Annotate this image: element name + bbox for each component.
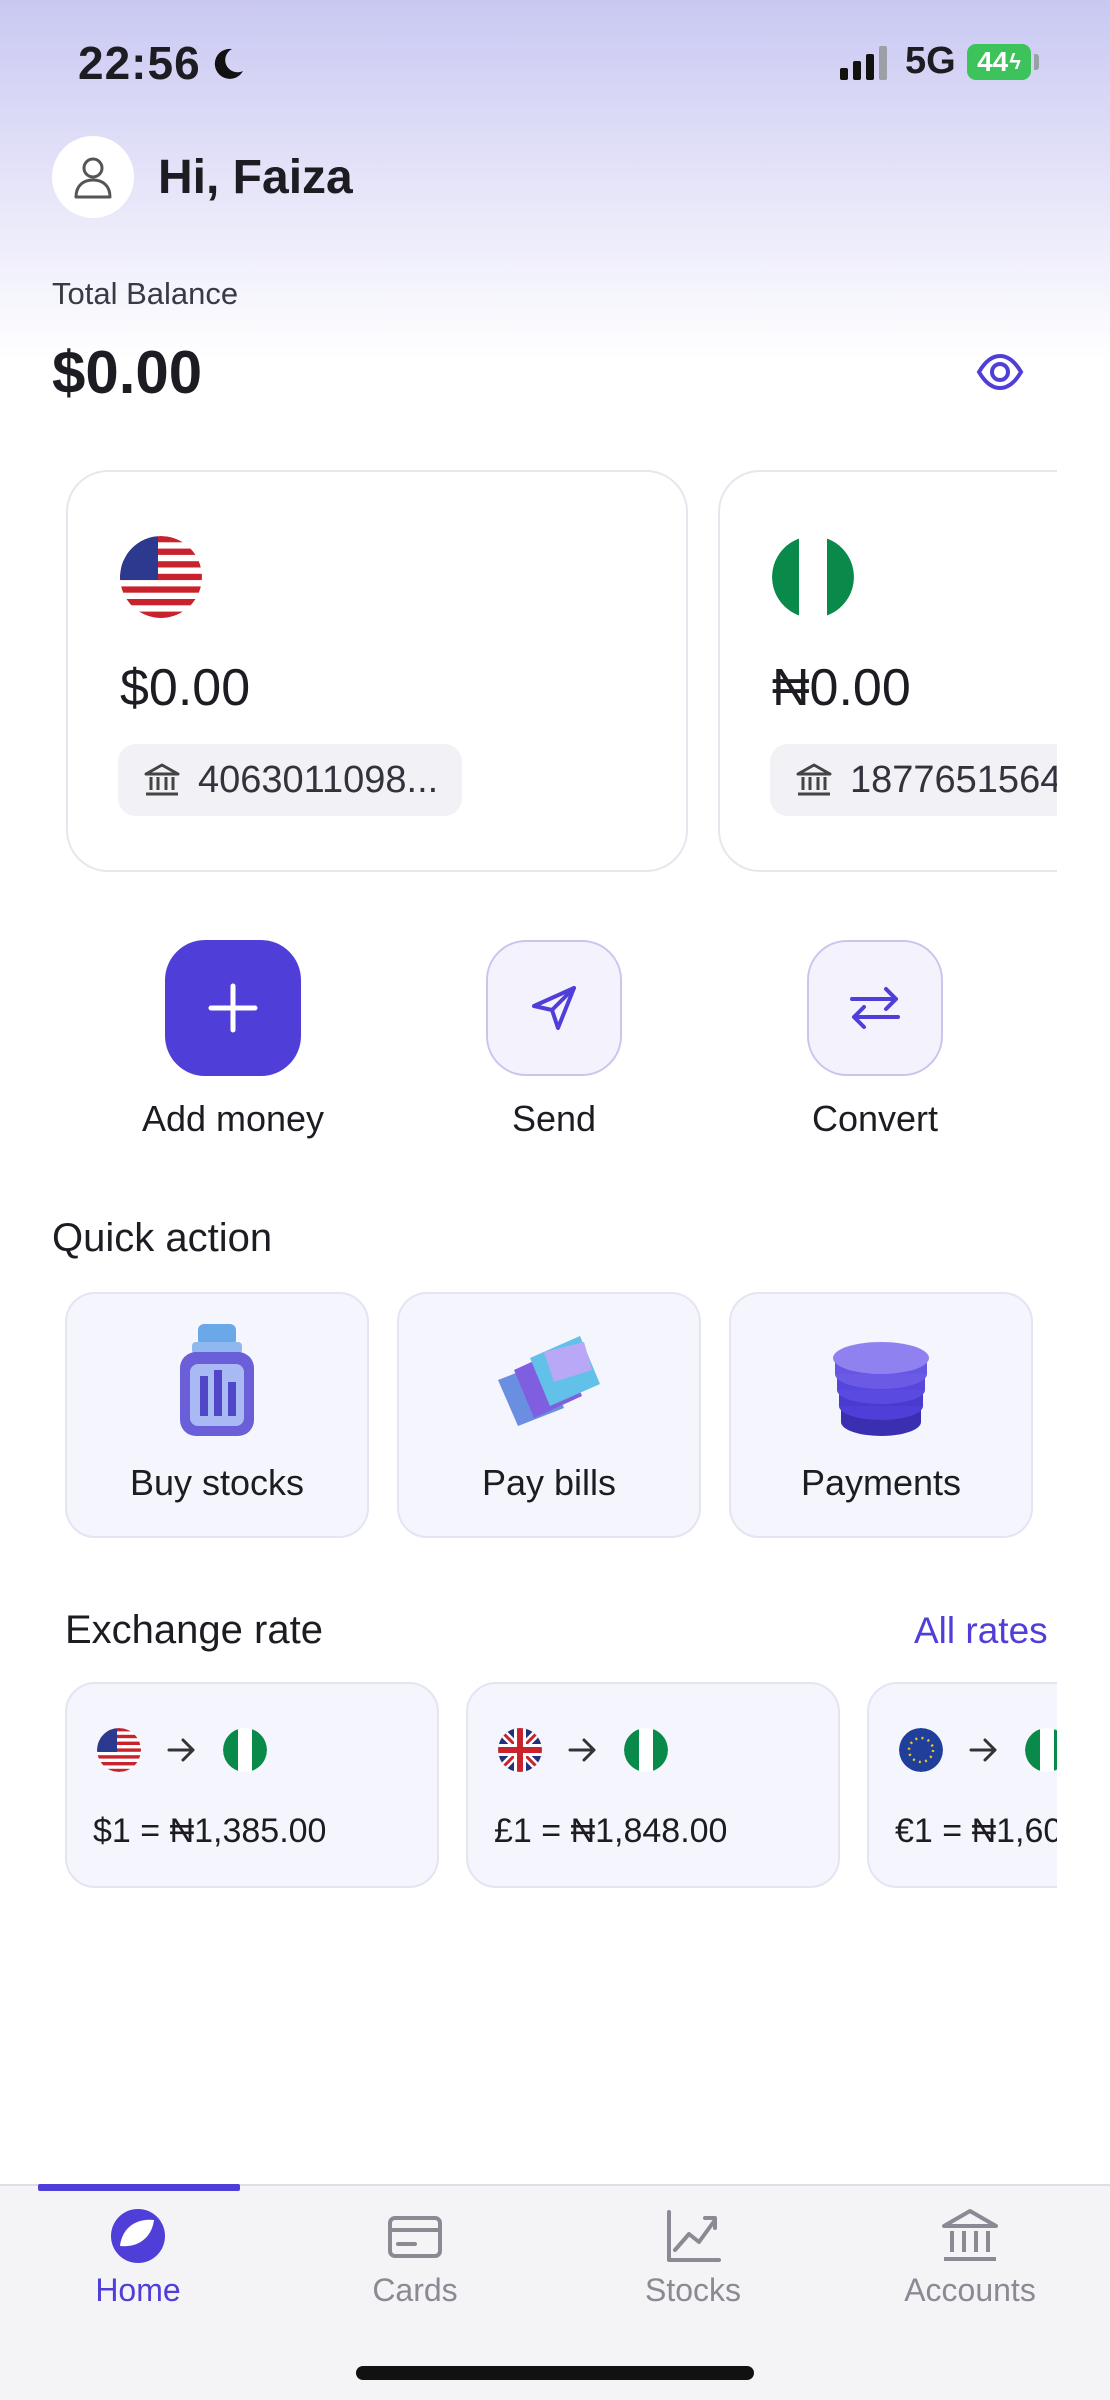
primary-actions: Add money Send Convert <box>0 940 1110 1140</box>
tab-label: Cards <box>372 2272 458 2308</box>
quick-action-buy-stocks[interactable]: Buy stocks <box>65 1292 369 1538</box>
ng-flag-icon <box>624 1728 668 1772</box>
us-flag-icon <box>120 536 202 618</box>
send-action[interactable]: Send <box>424 940 684 1140</box>
status-bar: 22:56 5G 44 ϟ <box>0 0 1110 120</box>
user-icon <box>74 157 112 199</box>
wallet-amount: $0.00 <box>120 659 251 717</box>
tab-accounts[interactable]: Accounts <box>870 2206 1070 2309</box>
tab-label: Home <box>95 2272 181 2308</box>
ng-flag-icon <box>1025 1728 1057 1772</box>
balance-label: Total Balance <box>52 276 239 311</box>
rate-card-usd-ngn[interactable]: $1 = ₦1,385.00 <box>65 1682 439 1888</box>
quick-action-pay-bills[interactable]: Pay bills <box>397 1292 701 1538</box>
quick-action-label: Buy stocks <box>129 1462 305 1503</box>
stocks-jar-icon <box>180 1324 254 1436</box>
quick-action-label: Payments <box>800 1462 962 1503</box>
arrow-right-icon <box>167 1738 195 1762</box>
greeting-row: Hi, Faiza <box>52 136 353 218</box>
home-indicator[interactable] <box>356 2366 754 2380</box>
rate-card-gbp-ngn[interactable]: £1 = ₦1,848.00 <box>466 1682 840 1888</box>
add-money-button[interactable] <box>165 940 301 1076</box>
tab-label: Stocks <box>644 2272 742 2308</box>
send-label: Send <box>511 1098 597 1139</box>
tab-home[interactable]: Home <box>38 2206 238 2309</box>
rate-card-eur-ngn[interactable]: €1 = ₦1,60 <box>867 1682 1057 1888</box>
ng-flag-icon <box>223 1728 267 1772</box>
account-number-pill[interactable]: 1877651564 <box>770 744 1057 816</box>
account-number: 4063011098... <box>198 758 439 801</box>
arrow-right-icon <box>969 1738 997 1762</box>
wallet-card-usd[interactable]: $0.00 4063011098... <box>66 470 688 872</box>
gb-flag-icon <box>498 1728 542 1772</box>
wallet-card-ngn[interactable]: ₦0.00 1877651564 <box>718 470 1057 872</box>
bank-icon <box>796 763 832 796</box>
add-money-action[interactable]: Add money <box>103 940 363 1140</box>
battery-tip <box>1034 54 1039 70</box>
exchange-rate-title: Exchange rate <box>65 1608 323 1652</box>
convert-action[interactable]: Convert <box>745 940 1005 1140</box>
rate-pair <box>498 1728 668 1772</box>
network-type: 5G <box>905 40 956 82</box>
rate-pair <box>97 1728 267 1772</box>
convert-label: Convert <box>811 1098 939 1139</box>
active-tab-indicator <box>38 2184 240 2191</box>
wallet-amount: ₦0.00 <box>772 659 911 717</box>
quick-action-payments[interactable]: Payments <box>729 1292 1033 1538</box>
greeting-text: Hi, Faiza <box>158 150 353 204</box>
plus-icon <box>208 983 258 1033</box>
moon-icon <box>214 48 243 79</box>
bank-icon <box>144 763 180 796</box>
convert-button[interactable] <box>807 940 943 1076</box>
account-number-pill[interactable]: 4063011098... <box>118 744 463 816</box>
bills-icon <box>498 1336 600 1426</box>
bank-icon <box>942 2209 998 2261</box>
signal-icon <box>840 46 887 80</box>
home-icon <box>111 2209 165 2263</box>
convert-icon <box>850 987 900 1029</box>
chart-icon <box>667 2210 721 2262</box>
balance-amount: $0.00 <box>52 339 203 406</box>
status-time: 22:56 <box>78 37 201 89</box>
eu-flag-icon <box>899 1728 943 1772</box>
exchange-rate-carousel[interactable]: $1 = ₦1,385.00 £1 = ₦1,848.00 €1 = ₦1,60 <box>0 1682 1057 1892</box>
ng-flag-icon <box>772 536 854 618</box>
rate-value: €1 = ₦1,60 <box>895 1812 1057 1850</box>
quick-action-title: Quick action <box>52 1216 273 1260</box>
tab-stocks[interactable]: Stocks <box>593 2206 793 2309</box>
tab-cards[interactable]: Cards <box>315 2206 515 2309</box>
rate-pair <box>899 1728 1057 1772</box>
tab-label: Accounts <box>904 2272 1036 2308</box>
eye-icon[interactable] <box>976 352 1024 392</box>
send-icon <box>532 986 576 1030</box>
quick-action-label: Pay bills <box>481 1462 617 1503</box>
card-icon <box>388 2216 442 2258</box>
all-rates-link[interactable]: All rates <box>914 1610 1048 1652</box>
rate-value: $1 = ₦1,385.00 <box>93 1812 327 1850</box>
arrow-right-icon <box>568 1738 596 1762</box>
add-money-label: Add money <box>141 1098 325 1139</box>
wallet-carousel[interactable]: $0.00 4063011098... ₦0.00 1877651564 <box>0 468 1057 878</box>
payments-stack-icon <box>833 1342 929 1436</box>
avatar[interactable] <box>52 136 134 218</box>
us-flag-icon <box>97 1728 141 1772</box>
battery-level: 44 <box>977 46 1009 77</box>
send-button[interactable] <box>486 940 622 1076</box>
battery-icon: 44 ϟ <box>967 44 1031 80</box>
rate-value: £1 = ₦1,848.00 <box>494 1812 728 1850</box>
account-number: 1877651564 <box>850 758 1057 801</box>
